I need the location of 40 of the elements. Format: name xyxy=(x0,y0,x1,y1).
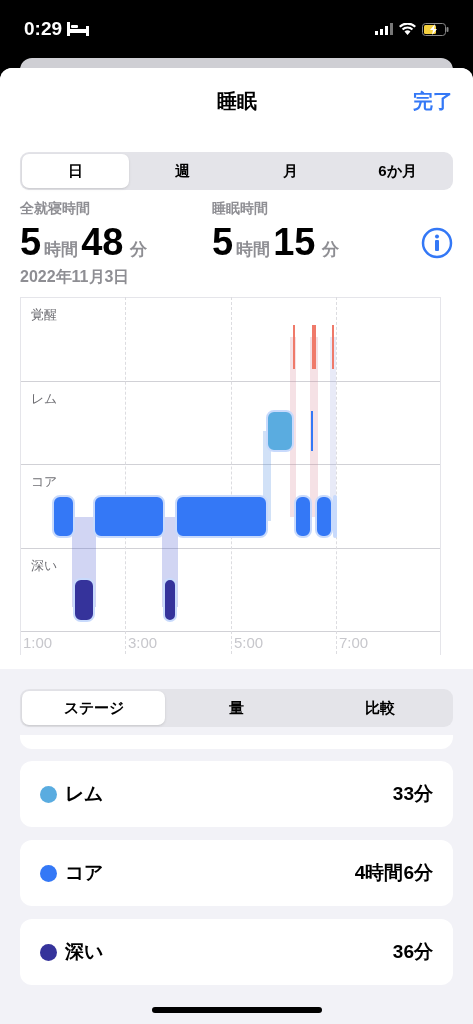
battery-charging-icon xyxy=(422,22,449,36)
stage-name: コア xyxy=(65,860,103,885)
stat-value: 15 xyxy=(273,223,316,261)
segment-tab[interactable]: 量 xyxy=(165,691,308,725)
stage-duration: 36分 xyxy=(392,939,433,964)
segment-tab[interactable]: 週 xyxy=(129,154,237,188)
stat-label: 睡眠時間 xyxy=(212,199,269,218)
stage-name: 深い xyxy=(65,939,103,964)
stat-unit: 分 xyxy=(322,241,340,258)
done-button[interactable]: 完了 xyxy=(413,86,453,116)
status-time: 0:29 xyxy=(24,16,63,41)
stat-value: 5 xyxy=(20,223,42,261)
time-label: 7:00 xyxy=(338,633,370,653)
stage-label: 覚醒 xyxy=(31,307,57,322)
stat-label: 全就寝時間 xyxy=(20,199,91,218)
date-label: 2022年11月3日 xyxy=(20,267,131,287)
time-label: 3:00 xyxy=(127,633,159,653)
time-label: 1:00 xyxy=(22,633,54,653)
wifi-icon xyxy=(399,23,416,35)
signal-icon xyxy=(375,23,393,35)
stat-unit: 時間 xyxy=(44,241,79,258)
time-label: 5:00 xyxy=(233,633,265,653)
info-icon[interactable] xyxy=(421,227,453,259)
segment-tab[interactable]: ステージ xyxy=(22,691,165,725)
segment-tab[interactable]: 日 xyxy=(22,154,130,188)
stage-duration: 4時間6分 xyxy=(354,860,433,885)
sheet-title: 睡眠 xyxy=(216,89,257,114)
stat-value: 48 xyxy=(81,223,124,261)
stat-value: 5 xyxy=(212,223,234,261)
stage-duration: 33分 xyxy=(392,781,433,806)
stage-label: 深い xyxy=(31,557,57,573)
bed-icon xyxy=(67,22,90,36)
segment-tab[interactable]: 月 xyxy=(236,154,344,188)
stage-name: レム xyxy=(65,781,103,806)
segment-tab[interactable]: 6か月 xyxy=(343,154,451,188)
segment-tab[interactable]: 比較 xyxy=(308,691,451,725)
stage-label: レム xyxy=(31,390,57,406)
stat-unit: 分 xyxy=(130,241,148,258)
stat-unit: 時間 xyxy=(236,241,271,258)
stage-label: コア xyxy=(31,474,57,489)
